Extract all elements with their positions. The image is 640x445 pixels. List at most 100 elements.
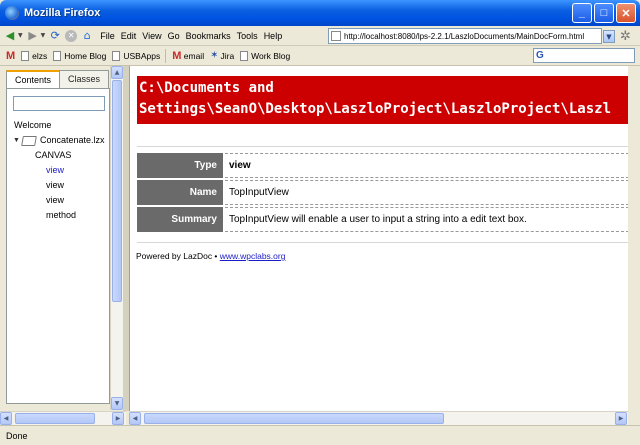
divider [137, 146, 628, 147]
bookmark-label: email [183, 50, 205, 61]
document-content: C:\Documents and Settings\SeanO\Desktop\… [129, 66, 628, 411]
home-icon[interactable]: ⌂ [80, 29, 94, 43]
menu-edit[interactable]: Edit [121, 31, 137, 41]
wpclabs-link[interactable]: www.wpclabs.org [220, 251, 286, 261]
address-url[interactable]: http://localhost:8080/lps-2.2.1/LaszloDo… [344, 32, 584, 41]
bookmark-jira[interactable]: ✶ Jira [210, 50, 234, 61]
page-icon [240, 50, 249, 61]
tree-item-file-label: Concatenate.lzx [40, 135, 105, 145]
scrollbar-thumb[interactable] [112, 80, 122, 302]
page-icon [53, 50, 62, 61]
property-key: Type [137, 153, 223, 178]
google-search-icon[interactable]: G [536, 50, 544, 61]
address-dropdown-icon[interactable]: ▼ [603, 30, 615, 43]
sidebar-search-input[interactable] [13, 96, 105, 111]
tree-item-method[interactable]: method [46, 208, 105, 223]
stop-icon[interactable]: ✕ [65, 29, 78, 42]
page-icon [112, 50, 121, 61]
scrollbar-thumb[interactable] [15, 413, 95, 424]
close-button[interactable]: ✕ [616, 3, 636, 23]
property-key: Name [137, 180, 223, 205]
status-text: Done [6, 430, 28, 441]
bookmark-label: USBApps [123, 50, 161, 61]
back-history-dropdown-icon[interactable]: ▼ [18, 32, 23, 39]
page-icon [21, 50, 30, 61]
doc-heading-line2: Settings\SeanO\Desktop\LaszloProject\Las… [139, 101, 612, 117]
property-key: Summary [137, 207, 223, 232]
scroll-right-icon[interactable]: ▶ [112, 412, 124, 425]
property-value: view [225, 153, 628, 178]
window-controls: _ □ ✕ [572, 3, 636, 23]
tab-classes[interactable]: Classes [59, 70, 110, 88]
sidebar-vertical-scrollbar[interactable]: ▲ ▼ [110, 66, 123, 410]
bookmark-home-blog[interactable]: Home Blog [53, 50, 107, 61]
maximize-button[interactable]: □ [594, 3, 614, 23]
bookmarks-toolbar: M elzs Home Blog USBApps M email ✶ Jira W… [0, 46, 640, 66]
search-box[interactable]: G [533, 48, 635, 63]
page-icon [331, 31, 341, 41]
table-row: Summary TopInputView will enable a user … [137, 207, 628, 232]
table-row: Type view [137, 153, 628, 178]
sidebar-tabs: Contents Classes [6, 70, 110, 89]
contents-tree: Welcome ▼ Concatenate.lzx CANVAS view vi… [13, 118, 105, 223]
bookmark-separator [165, 48, 167, 63]
bookmark-label: elzs [32, 50, 48, 61]
table-row: Name TopInputView [137, 180, 628, 205]
doc-heading-line1: C:\Documents and [139, 80, 274, 96]
bookmark-email[interactable]: M email [172, 50, 204, 62]
bookmark-label: Home Blog [64, 50, 107, 61]
contents-panel: Welcome ▼ Concatenate.lzx CANVAS view vi… [6, 88, 110, 404]
tab-contents[interactable]: Contents [6, 70, 61, 89]
powered-by: Powered by LazDoc • www.wpclabs.org [136, 251, 285, 261]
tree-item-file[interactable]: ▼ Concatenate.lzx [13, 133, 105, 148]
scroll-left-icon[interactable]: ◀ [0, 412, 12, 425]
bookmark-elzs[interactable]: elzs [21, 50, 48, 61]
scroll-up-icon[interactable]: ▲ [111, 66, 123, 79]
folder-icon [21, 135, 37, 146]
property-value: TopInputView will enable a user to input… [225, 207, 628, 232]
bookmark-work-blog[interactable]: Work Blog [240, 50, 291, 61]
doc-heading: C:\Documents and Settings\SeanO\Desktop\… [137, 76, 628, 124]
content-horizontal-scrollbar[interactable]: ◀ ▶ [129, 411, 628, 425]
property-value: TopInputView [225, 180, 628, 205]
menu-tools[interactable]: Tools [237, 31, 258, 41]
sidebar-horizontal-scrollbar[interactable]: ◀ ▶ [0, 411, 126, 425]
firefox-logo-icon [5, 6, 19, 20]
scrollbar-thumb[interactable] [144, 413, 444, 424]
forward-arrow-icon[interactable]: ▶ [26, 29, 40, 43]
bookmark-usbapps[interactable]: USBApps [112, 50, 161, 61]
menu-help[interactable]: Help [264, 31, 283, 41]
scroll-right-icon[interactable]: ▶ [615, 412, 627, 425]
powered-by-text: Powered by LazDoc • [136, 251, 218, 261]
jira-icon: ✶ [210, 50, 219, 61]
back-arrow-icon[interactable]: ◀ [3, 29, 17, 43]
throbber-icon: ✲ [620, 29, 631, 44]
bookmark-gmail[interactable]: M [6, 50, 15, 62]
window-title: Mozilla Firefox [24, 7, 101, 19]
tree-item-view[interactable]: view [46, 163, 105, 178]
menu-go[interactable]: Go [168, 31, 180, 41]
properties-table: Type view Name TopInputView Summary TopI… [137, 153, 628, 234]
tree-item-view[interactable]: view [46, 193, 105, 208]
scroll-down-icon[interactable]: ▼ [111, 397, 123, 410]
status-bar: Done [0, 425, 640, 445]
menu-bookmarks[interactable]: Bookmarks [186, 31, 231, 41]
menu-view[interactable]: View [142, 31, 161, 41]
tree-item-view[interactable]: view [46, 178, 105, 193]
scroll-left-icon[interactable]: ◀ [129, 412, 141, 425]
bookmark-label: Work Blog [251, 50, 291, 61]
divider [137, 242, 628, 243]
tree-item-welcome[interactable]: Welcome [14, 118, 105, 133]
bookmark-label: Jira [220, 50, 235, 61]
menu-file[interactable]: File [100, 31, 115, 41]
navigation-toolbar: ◀ ▼ ▶ ▼ ⟳ ✕ ⌂ File Edit View Go Bookmark… [0, 26, 640, 46]
reload-icon[interactable]: ⟳ [48, 29, 62, 43]
minimize-button[interactable]: _ [572, 3, 592, 23]
address-bar[interactable]: http://localhost:8080/lps-2.2.1/LaszloDo… [328, 28, 602, 44]
window-frame-right [628, 66, 640, 411]
tree-item-canvas[interactable]: CANVAS [35, 148, 105, 163]
gmail-icon: M [172, 49, 182, 62]
forward-history-dropdown-icon[interactable]: ▼ [41, 32, 46, 39]
sidebar: Contents Classes Welcome ▼ Concatenate.l… [0, 66, 126, 411]
gmail-icon: M [6, 49, 16, 62]
